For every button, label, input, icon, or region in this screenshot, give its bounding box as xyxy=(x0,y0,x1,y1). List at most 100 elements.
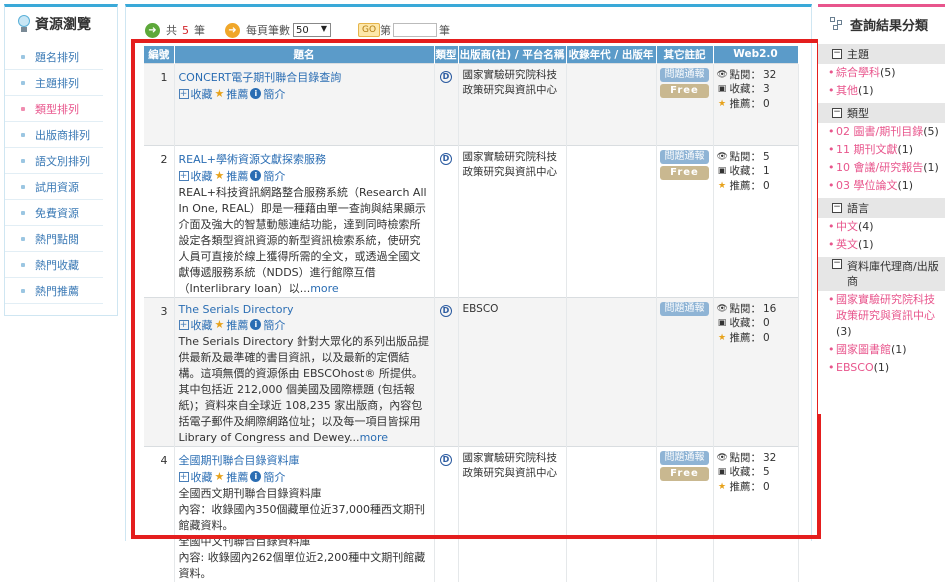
bullet-icon: • xyxy=(828,125,835,138)
browse-nav-item[interactable]: 出版商排列 xyxy=(5,122,103,148)
intro-link[interactable]: 簡介 xyxy=(263,317,285,333)
facet-item-link[interactable]: 英文 xyxy=(836,238,858,251)
facet-item[interactable]: • 10 會議/研究報告(1) xyxy=(818,159,945,177)
collect-link[interactable]: 收藏 xyxy=(191,317,213,333)
row-actions: + 收藏 ★ 推薦 i 簡介 xyxy=(178,168,430,184)
total-prefix: 共 xyxy=(166,24,177,37)
resource-title-link[interactable]: REAL+學術資源文獻探索服務 xyxy=(179,151,430,167)
page-input[interactable] xyxy=(393,23,437,37)
report-problem-button[interactable]: 問題通報 xyxy=(660,450,709,465)
column-header: 其它註記 xyxy=(656,46,714,63)
stat-value: 32 xyxy=(763,451,777,464)
bullet-icon: • xyxy=(828,361,835,374)
facet-item-link[interactable]: EBSCO xyxy=(836,361,874,374)
browse-nav-item[interactable]: 免費資源 xyxy=(5,200,103,226)
folder-icon: ▣ xyxy=(717,84,727,94)
title-cell: 全國期刊聯合目錄資料庫 + 收藏 ★ 推薦 i 簡介 全國西文期刊聯合目錄資料庫 內容：收錄國… xyxy=(174,445,435,582)
bullet-icon xyxy=(21,288,25,293)
facet-group-header[interactable]: − 資料庫代理商/出版商 xyxy=(818,257,945,291)
browse-nav-label: 熱門收藏 xyxy=(35,258,79,272)
facet-item[interactable]: • 英文(1) xyxy=(818,236,945,254)
browse-nav-item[interactable]: 試用資源 xyxy=(5,174,103,200)
browse-nav-item[interactable]: 熱門推薦 xyxy=(5,278,103,304)
facet-group-header[interactable]: − 類型 xyxy=(818,103,945,123)
facet-item-count: (1) xyxy=(897,179,914,192)
facet-item[interactable]: • 11 期刊文獻(1) xyxy=(818,141,945,159)
stat-label: 推薦： xyxy=(729,331,762,344)
facet-item[interactable]: • 國家圖書館(1) xyxy=(818,341,945,359)
bullet-icon xyxy=(21,210,25,215)
intro-link[interactable]: 簡介 xyxy=(263,168,285,184)
facet-item[interactable]: • 國家實驗研究院科技政策研究與資訊中心 (3) xyxy=(818,291,945,341)
facet-item-link[interactable]: 10 會議/研究報告 xyxy=(836,161,923,174)
facet-item-link[interactable]: 02 圖書/期刊目錄 xyxy=(836,125,923,138)
go-button[interactable]: GO xyxy=(358,23,380,37)
facet-item[interactable]: • 其他(1) xyxy=(818,82,945,100)
browse-nav-item[interactable]: 題名排列 xyxy=(5,44,103,70)
folder-icon: ▣ xyxy=(717,166,727,176)
intro-link[interactable]: 簡介 xyxy=(263,86,285,102)
stat-label: 點閱： xyxy=(729,451,762,464)
browse-nav-item[interactable]: 語文別排列 xyxy=(5,148,103,174)
facet-panel: 查詢結果分類 − 主題 • 綜合學科(5) • 其他(1) − 類型 • 02 圖書/期刊目錄(5… xyxy=(818,4,945,414)
recommend-link[interactable]: 推薦 xyxy=(226,168,248,184)
per-page-select[interactable]: 50 ▼ xyxy=(293,23,331,37)
facet-item[interactable]: • 綜合學科(5) xyxy=(818,64,945,82)
total-suffix: 筆 xyxy=(194,24,205,37)
facet-item-link[interactable]: 其他 xyxy=(836,84,858,97)
per-page-label: 每頁筆數 xyxy=(246,24,290,37)
tree-structure-icon xyxy=(830,17,844,31)
facet-item-link[interactable]: 綜合學科 xyxy=(836,66,880,79)
browse-nav-item[interactable]: 主題排列 xyxy=(5,70,103,96)
report-problem-button[interactable]: 問題通報 xyxy=(660,301,709,316)
publisher-cell: 國家實驗研究院科技政策研究與資訊中心 xyxy=(458,445,567,582)
description-text: The Serials Directory 針對大眾化的系列出版品提供最新及最準… xyxy=(178,334,430,444)
more-link[interactable]: more xyxy=(360,431,389,444)
facet-item-link[interactable]: 國家圖書館 xyxy=(836,343,891,356)
facet-item-link[interactable]: 11 期刊文獻 xyxy=(836,143,898,156)
browse-nav-item[interactable]: 熱門點閱 xyxy=(5,226,103,252)
collect-link[interactable]: 收藏 xyxy=(191,469,213,485)
facet-item[interactable]: • EBSCO(1) xyxy=(818,359,945,377)
star-icon: ★ xyxy=(717,481,727,492)
facet-item-link[interactable]: 國家實驗研究院科技政策研究與資訊中心 xyxy=(836,293,935,322)
chevron-down-icon: ▼ xyxy=(320,24,327,33)
facet-item-link[interactable]: 03 學位論文 xyxy=(836,179,898,192)
recommend-link[interactable]: 推薦 xyxy=(226,469,248,485)
publisher-cell: EBSCO xyxy=(458,296,567,446)
info-icon: i xyxy=(250,170,262,181)
column-header: 收錄年代 / 出版年 xyxy=(566,46,657,63)
facet-item[interactable]: • 中文(4) xyxy=(818,218,945,236)
resource-title-link[interactable]: 全國期刊聯合目錄資料庫 xyxy=(179,452,430,468)
views-icon: 👁 xyxy=(716,69,728,80)
facet-item-link[interactable]: 中文 xyxy=(836,220,858,233)
browse-nav-label: 熱門推薦 xyxy=(35,284,79,298)
collect-link[interactable]: 收藏 xyxy=(191,86,213,102)
facet-group-header[interactable]: − 主題 xyxy=(818,44,945,64)
facet-group-header[interactable]: − 語言 xyxy=(818,198,945,218)
more-link[interactable]: more xyxy=(310,282,339,295)
web2-cell: 👁 點閱： 32 ▣ 收藏： 5 ★ 推薦： 0 xyxy=(713,445,799,582)
intro-link[interactable]: 簡介 xyxy=(263,469,285,485)
next-arrow-icon: ➜ xyxy=(145,22,160,38)
recommend-link[interactable]: 推薦 xyxy=(226,317,248,333)
browse-nav-item[interactable]: 熱門收藏 xyxy=(5,252,103,278)
browse-nav-label: 語文別排列 xyxy=(35,154,90,168)
recommend-link[interactable]: 推薦 xyxy=(226,86,248,102)
report-problem-button[interactable]: 問題通報 xyxy=(660,67,709,82)
report-problem-button[interactable]: 問題通報 xyxy=(660,149,709,164)
facet-item[interactable]: • 02 圖書/期刊目錄(5) xyxy=(818,123,945,141)
collect-link[interactable]: 收藏 xyxy=(191,168,213,184)
stat-label: 收藏： xyxy=(729,317,762,329)
row-actions: + 收藏 ★ 推薦 i 簡介 xyxy=(178,317,430,333)
bullet-icon: • xyxy=(828,220,835,233)
year-cell xyxy=(566,144,657,297)
facet-title: 查詢結果分類 xyxy=(850,18,929,34)
facet-item[interactable]: • 03 學位論文(1) xyxy=(818,177,945,195)
resource-title-link[interactable]: CONCERT電子期刊聯合目錄查詢 xyxy=(179,69,430,85)
facet-item-count: (1) xyxy=(923,161,939,174)
browse-nav-item[interactable]: 類型排列 xyxy=(5,96,103,122)
type-cell: D xyxy=(434,62,459,145)
resource-title-link[interactable]: The Serials Directory xyxy=(179,303,430,316)
table-row: 3 The Serials Directory + 收藏 ★ 推薦 i 簡介 The Seria… xyxy=(144,296,799,446)
